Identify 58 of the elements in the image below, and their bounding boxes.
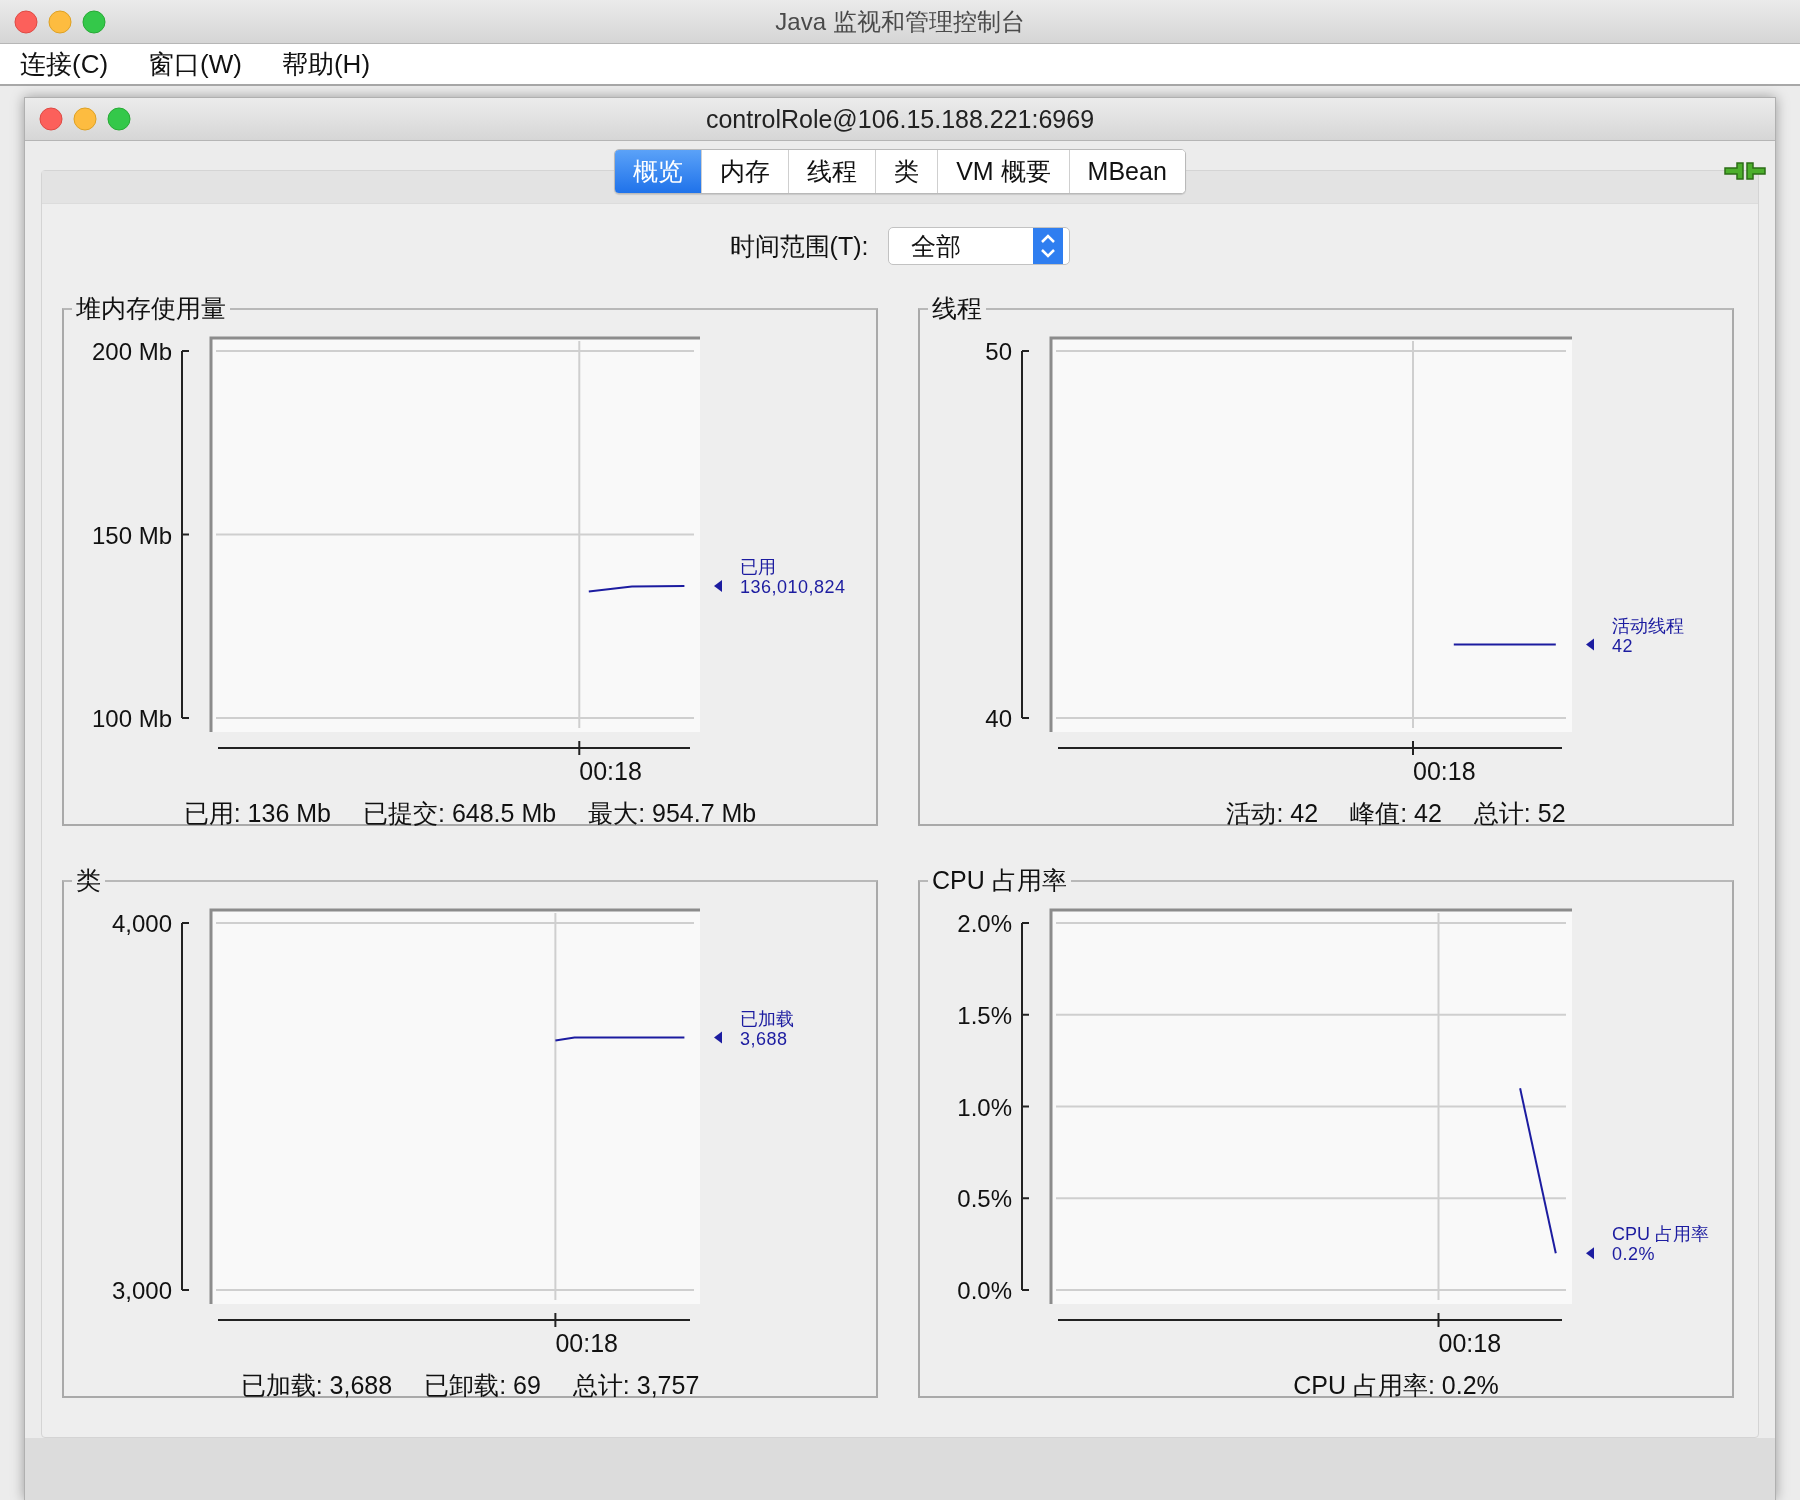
stat-text: CPU 占用率: 0.2% — [1293, 1370, 1499, 1401]
panel-title: CPU 占用率 — [931, 865, 1068, 896]
legend-value: 0.2% — [1612, 1244, 1656, 1265]
pointer-icon — [1586, 1247, 1594, 1260]
axis-label: 2.0% — [957, 910, 1012, 937]
menu-item[interactable]: 连接(C) — [6, 46, 123, 82]
legend-label: 已用 — [740, 556, 776, 577]
axis-label: 1.0% — [957, 1093, 1012, 1121]
panel-title: 线程 — [931, 293, 983, 324]
legend-label: 活动线程 — [1612, 615, 1684, 636]
stat-text: 已加载: 3,688 — [240, 1370, 393, 1401]
tab[interactable]: VM 概要 — [938, 149, 1070, 193]
panel-title: 类 — [75, 865, 102, 896]
window-title: controlRole@106.15.188.221:6969 — [704, 104, 1096, 134]
axis-label: 100 Mb — [91, 705, 172, 732]
stat-text: 已用: 136 Mb — [183, 798, 331, 829]
stat-text: 总计: 3,757 — [572, 1370, 700, 1401]
legend-label: 已加载 — [740, 1008, 794, 1029]
pointer-icon — [714, 1031, 722, 1044]
stat-text: 最大: 954.7 Mb — [588, 798, 757, 829]
stat-text: 总计: 52 — [1473, 798, 1566, 829]
axis-label: 00:18 — [1413, 757, 1476, 785]
legend-value: 136,010,824 — [740, 576, 846, 597]
legend-label: CPU 占用率 — [1612, 1224, 1709, 1245]
window-controls-icon[interactable] — [39, 107, 131, 131]
axis-label: 150 Mb — [91, 521, 172, 549]
axis-label: 0.0% — [957, 1277, 1012, 1304]
menu-item[interactable]: 帮助(H) — [267, 46, 385, 82]
pointer-icon — [1586, 638, 1594, 651]
tab[interactable]: 概览 — [615, 149, 703, 193]
axis-label: 1.5% — [957, 1001, 1012, 1029]
axis-label: 200 Mb — [91, 338, 172, 365]
axis-label: 00:18 — [579, 757, 642, 785]
axis-label: 50 — [985, 338, 1012, 365]
tab[interactable]: 线程 — [789, 149, 877, 193]
stat-text: 活动: 42 — [1226, 798, 1319, 829]
legend-value: 3,688 — [740, 1028, 788, 1049]
tab[interactable]: 内存 — [702, 149, 790, 193]
axis-label: 40 — [985, 705, 1012, 732]
stat-text: 已提交: 648.5 Mb — [363, 798, 557, 829]
tab[interactable]: 类 — [876, 149, 939, 193]
field-label: 时间范围(T): — [729, 230, 869, 262]
stepper-icon — [1033, 228, 1064, 264]
panel-title: 堆内存使用量 — [75, 293, 227, 324]
menu-item[interactable]: 窗口(W) — [134, 46, 256, 82]
window-controls-icon[interactable] — [14, 9, 106, 34]
axis-label: 00:18 — [555, 1329, 618, 1357]
pointer-icon — [714, 579, 722, 592]
axis-label: 4,000 — [111, 910, 172, 937]
axis-label: 0.5% — [957, 1185, 1012, 1213]
stat-text: 峰值: 42 — [1350, 798, 1442, 829]
time-range-dropdown[interactable]: 全部 — [888, 227, 1071, 265]
axis-label: 00:18 — [1438, 1329, 1502, 1357]
window-title: Java 监视和管理控制台 — [774, 6, 1026, 37]
tab[interactable]: MBean — [1069, 149, 1185, 193]
axis-label: 3,000 — [111, 1277, 172, 1304]
legend-value: 42 — [1612, 635, 1634, 656]
stat-text: 已卸载: 69 — [424, 1370, 541, 1401]
